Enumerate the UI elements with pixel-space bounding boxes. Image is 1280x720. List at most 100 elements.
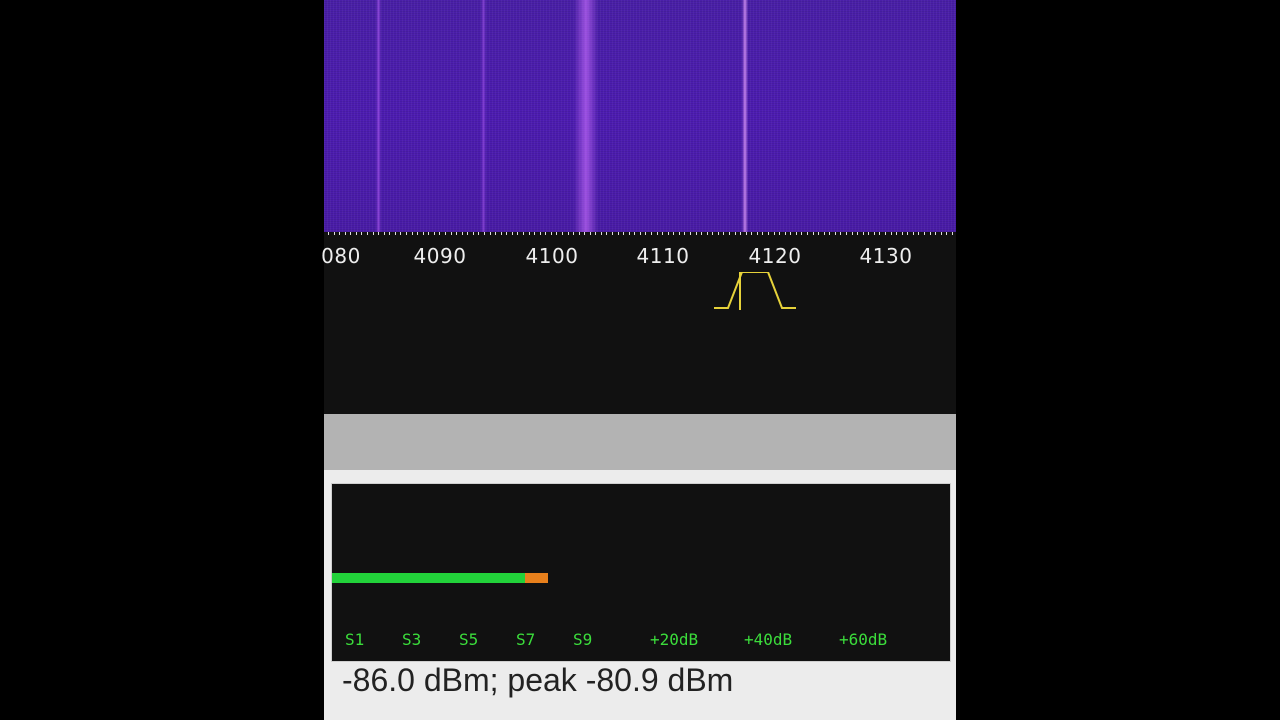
scale-tick (924, 232, 925, 235)
scale-tick (378, 232, 379, 235)
scale-tick (373, 232, 374, 235)
scale-tick (361, 232, 362, 235)
scale-tick (534, 232, 535, 235)
scale-tick (462, 232, 463, 235)
signal-streak (742, 0, 748, 232)
scale-tick (484, 232, 485, 235)
scale-tick (495, 232, 496, 235)
scale-tick (952, 232, 953, 235)
scale-tick (935, 232, 936, 235)
scale-tick (712, 232, 713, 235)
scale-tick (334, 232, 335, 235)
scale-tick (941, 232, 942, 235)
scale-tick (562, 232, 563, 235)
scale-tick (885, 232, 886, 235)
scale-tick (913, 232, 914, 235)
scale-tick (852, 232, 853, 235)
scale-tick (657, 232, 658, 235)
signal-level: -86.0 dBm; (342, 662, 499, 698)
scale-tick (879, 232, 880, 235)
scale-tick (490, 232, 491, 235)
scale-tick (640, 232, 641, 235)
meter-level-bar (332, 573, 525, 583)
peak-label: peak (507, 662, 577, 698)
scale-tick (439, 232, 440, 235)
scale-tick (696, 232, 697, 235)
waterfall-display[interactable] (324, 0, 956, 232)
s-meter-label: S5 (459, 630, 479, 649)
scale-tick (774, 232, 775, 235)
status-bar (324, 414, 956, 470)
signal-streak (376, 0, 381, 232)
scale-tick (612, 232, 613, 235)
scale-tick (707, 232, 708, 235)
scale-tick (529, 232, 530, 235)
scale-tick (729, 232, 730, 235)
smeter-frame: S1 S3 S5 S7 S9 +20dB +40dB +60dB -86.0 d… (324, 470, 956, 720)
freq-label: 4110 (636, 244, 690, 268)
scale-tick (618, 232, 619, 235)
scale-tick (768, 232, 769, 235)
signal-readout: -86.0 dBm; peak -80.9 dBm (342, 662, 733, 699)
scale-tick (874, 232, 875, 235)
scale-tick (389, 232, 390, 235)
scale-tick (801, 232, 802, 235)
scale-tick (623, 232, 624, 235)
scale-tick (846, 232, 847, 235)
scale-tick (735, 232, 736, 235)
receiver-panel: 080 4090 4100 4110 4120 4130 S1 S3 S5 S7… (321, 0, 956, 720)
scale-tick (579, 232, 580, 235)
scale-tick (813, 232, 814, 235)
scale-tick (679, 232, 680, 235)
scale-tick (796, 232, 797, 235)
s-meter-label: +20dB (650, 630, 699, 649)
freq-label: 4100 (525, 244, 579, 268)
scale-tick (930, 232, 931, 235)
passband-marker[interactable] (324, 272, 956, 414)
scale-tick (339, 232, 340, 235)
s-meter-label: S7 (516, 630, 536, 649)
s-meter-label: S3 (402, 630, 422, 649)
scale-tick (891, 232, 892, 235)
scale-tick (584, 232, 585, 235)
scale-tick (779, 232, 780, 235)
scale-tick (384, 232, 385, 235)
scale-tick (573, 232, 574, 235)
scale-tick (896, 232, 897, 235)
scale-tick (512, 232, 513, 235)
scale-tick (467, 232, 468, 235)
scale-tick (829, 232, 830, 235)
scale-tick (356, 232, 357, 235)
scale-tick (701, 232, 702, 235)
scale-tick (840, 232, 841, 235)
scale-tick (645, 232, 646, 235)
passband-area[interactable] (324, 272, 956, 414)
scale-tick (751, 232, 752, 235)
scale-tick (740, 232, 741, 235)
scale-tick (863, 232, 864, 235)
scale-tick (824, 232, 825, 235)
scale-tick (417, 232, 418, 235)
scale-tick (946, 232, 947, 235)
scale-tick (590, 232, 591, 235)
scale-tick (601, 232, 602, 235)
scale-tick (723, 232, 724, 235)
freq-label: 4130 (859, 244, 913, 268)
scale-tick (818, 232, 819, 235)
scale-tick (328, 232, 329, 235)
scale-tick (451, 232, 452, 235)
scale-tick (406, 232, 407, 235)
scale-tick (423, 232, 424, 235)
scale-tick (434, 232, 435, 235)
frequency-scale[interactable]: 080 4090 4100 4110 4120 4130 (321, 232, 956, 272)
scale-tick (523, 232, 524, 235)
scale-tick (790, 232, 791, 235)
scale-tick (902, 232, 903, 235)
s-meter: S1 S3 S5 S7 S9 +20dB +40dB +60dB (331, 483, 951, 662)
scale-tick (517, 232, 518, 235)
s-meter-label: +60dB (839, 630, 888, 649)
scale-tick (684, 232, 685, 235)
scale-tick (568, 232, 569, 235)
scale-tick (606, 232, 607, 235)
scale-tick (907, 232, 908, 235)
